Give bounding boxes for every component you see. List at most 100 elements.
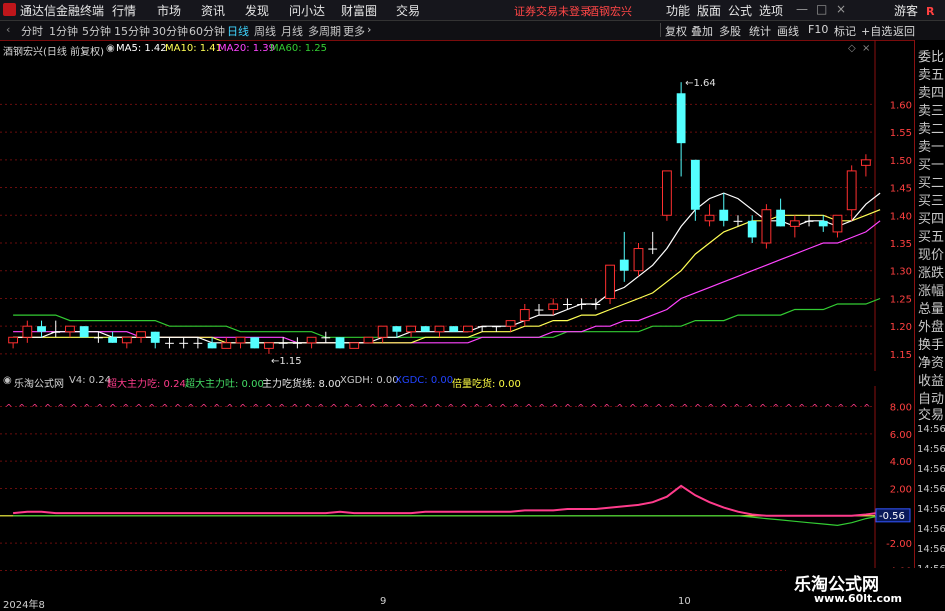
close-icon[interactable]: ×: [836, 2, 846, 16]
indicator-y-tick: 6.00: [890, 430, 912, 441]
candle: [804, 215, 814, 227]
y-tick-label: 1.40: [890, 211, 912, 222]
candle: [8, 336, 19, 349]
candle: [491, 326, 501, 332]
login-status[interactable]: 证券交易未登录: [514, 3, 591, 19]
candlestick-chart[interactable]: 1.60 1.55 1.50 1.45 1.40 1.35 1.30 1.25 1.20 1.15…: [0, 40, 914, 371]
period-tab-more[interactable]: 更多: [343, 23, 365, 39]
maximize-icon[interactable]: □: [816, 2, 827, 16]
minimize-icon[interactable]: —: [796, 2, 808, 16]
chevron-marker: ^: [850, 404, 858, 414]
candle-body: [690, 159, 700, 210]
indicator-y-tick: 2.00: [890, 485, 912, 496]
indicator-green-line: [13, 515, 881, 527]
auto-trade-button-2[interactable]: 交易: [918, 404, 944, 423]
candle-body: [51, 331, 61, 333]
indicator-y-tick: 8.00: [890, 403, 912, 414]
panel-label: 买四: [918, 212, 945, 227]
f10-button[interactable]: F10: [808, 23, 828, 36]
add-watchlist-button[interactable]: +自选: [861, 23, 892, 39]
menu-function[interactable]: 功能: [666, 2, 690, 19]
indicator-y-tick: -2.00: [886, 539, 912, 550]
chevron-marker: ^: [538, 404, 546, 414]
period-tab-daily[interactable]: 日线: [227, 23, 249, 39]
panel-label: 卖二: [918, 122, 945, 137]
candle: [619, 231, 629, 282]
stock-name-title: 酒钢宏兴: [588, 5, 632, 18]
period-tab-30min[interactable]: 30分钟: [152, 23, 188, 39]
period-tab-15min[interactable]: 15分钟: [114, 23, 150, 39]
period-tab-multi[interactable]: 多周期: [308, 23, 341, 39]
overlay-button[interactable]: 叠加: [691, 23, 713, 39]
high-price-marker: ←1.64: [685, 78, 716, 89]
indicator-settings-icon[interactable]: ◉: [3, 375, 12, 386]
candle: [519, 304, 530, 327]
candle: [292, 337, 302, 349]
chevron-left-icon[interactable]: ‹: [6, 23, 10, 36]
panel-label: 买二: [918, 176, 945, 191]
period-tab-5min[interactable]: 5分钟: [82, 23, 111, 39]
candle-body: [93, 337, 103, 339]
chevron-marker: ^: [746, 404, 754, 414]
candle: [818, 215, 828, 232]
user-guest[interactable]: 游客: [894, 2, 918, 19]
chevron-marker: ^: [161, 404, 169, 414]
menu-bar: 通达信金融终端 行情 市场 资讯 发现 问小达 财富圈 交易 证券交易未登录 酒…: [0, 0, 945, 21]
candle-body: [832, 214, 843, 233]
chevron-marker: ^: [473, 404, 481, 414]
candle-body: [349, 342, 360, 349]
candle: [591, 298, 601, 310]
draw-line-button[interactable]: 画线: [777, 23, 799, 39]
indicator-y-tick: 4.00: [890, 457, 912, 468]
mark-button[interactable]: 标记: [834, 23, 856, 39]
candle-body: [719, 209, 729, 221]
candle: [235, 336, 246, 349]
chevron-marker: ^: [83, 404, 91, 414]
menu-item-news[interactable]: 资讯: [201, 2, 225, 19]
menu-formula[interactable]: 公式: [728, 2, 752, 19]
menu-layout[interactable]: 版面: [697, 2, 721, 19]
period-tab-1min[interactable]: 1分钟: [49, 23, 78, 39]
chevron-marker: ^: [668, 404, 676, 414]
chevron-marker: ^: [291, 404, 299, 414]
period-tab-monthly[interactable]: 月线: [281, 23, 303, 39]
candle-body: [519, 309, 530, 322]
candle-body: [363, 336, 374, 344]
chevron-marker: ^: [694, 404, 702, 414]
chevron-marker: ^: [44, 404, 52, 414]
y-tick-label: 1.55: [890, 128, 912, 139]
period-tab-60min[interactable]: 60分钟: [189, 23, 225, 39]
candle-body: [406, 325, 416, 333]
period-tab-weekly[interactable]: 周线: [254, 23, 276, 39]
chevron-marker: ^: [551, 404, 559, 414]
chevron-marker: ^: [486, 404, 494, 414]
chevron-marker: ^: [395, 404, 403, 414]
candle-body: [420, 326, 430, 332]
y-tick-label: 1.50: [890, 156, 912, 167]
indicator-xgdh: XGDH: 0.00: [340, 375, 399, 386]
menu-item-discover[interactable]: 发现: [245, 2, 269, 19]
menu-options[interactable]: 选项: [759, 2, 783, 19]
statistics-button[interactable]: 统计: [749, 23, 771, 39]
indicator-chart[interactable]: 8.006.004.002.00-2.00-4.00^^^^^^^^^^^^^^…: [0, 386, 914, 596]
menu-item-market[interactable]: 市场: [157, 2, 181, 19]
y-tick-label: 1.15: [890, 350, 912, 361]
menu-item-quotes[interactable]: 行情: [112, 2, 136, 19]
menu-item-trade[interactable]: 交易: [396, 2, 420, 19]
candle: [37, 320, 46, 338]
candle: [79, 326, 89, 338]
candle: [306, 336, 317, 349]
menu-item-ask[interactable]: 问小达: [289, 2, 325, 19]
adjust-button[interactable]: 复权: [665, 23, 687, 39]
chevron-marker: ^: [564, 404, 572, 414]
chevron-marker: ^: [499, 404, 507, 414]
more-chevron-icon[interactable]: ›: [367, 23, 371, 36]
candle-body: [818, 220, 828, 227]
period-tab-intraday[interactable]: 分时: [21, 23, 43, 39]
menu-item-wealth[interactable]: 财富圈: [341, 2, 377, 19]
candle-body: [505, 320, 516, 327]
multi-stock-button[interactable]: 多股: [719, 23, 741, 39]
candle: [335, 337, 345, 349]
candle-body: [121, 336, 132, 344]
back-button[interactable]: 返回: [893, 23, 915, 39]
